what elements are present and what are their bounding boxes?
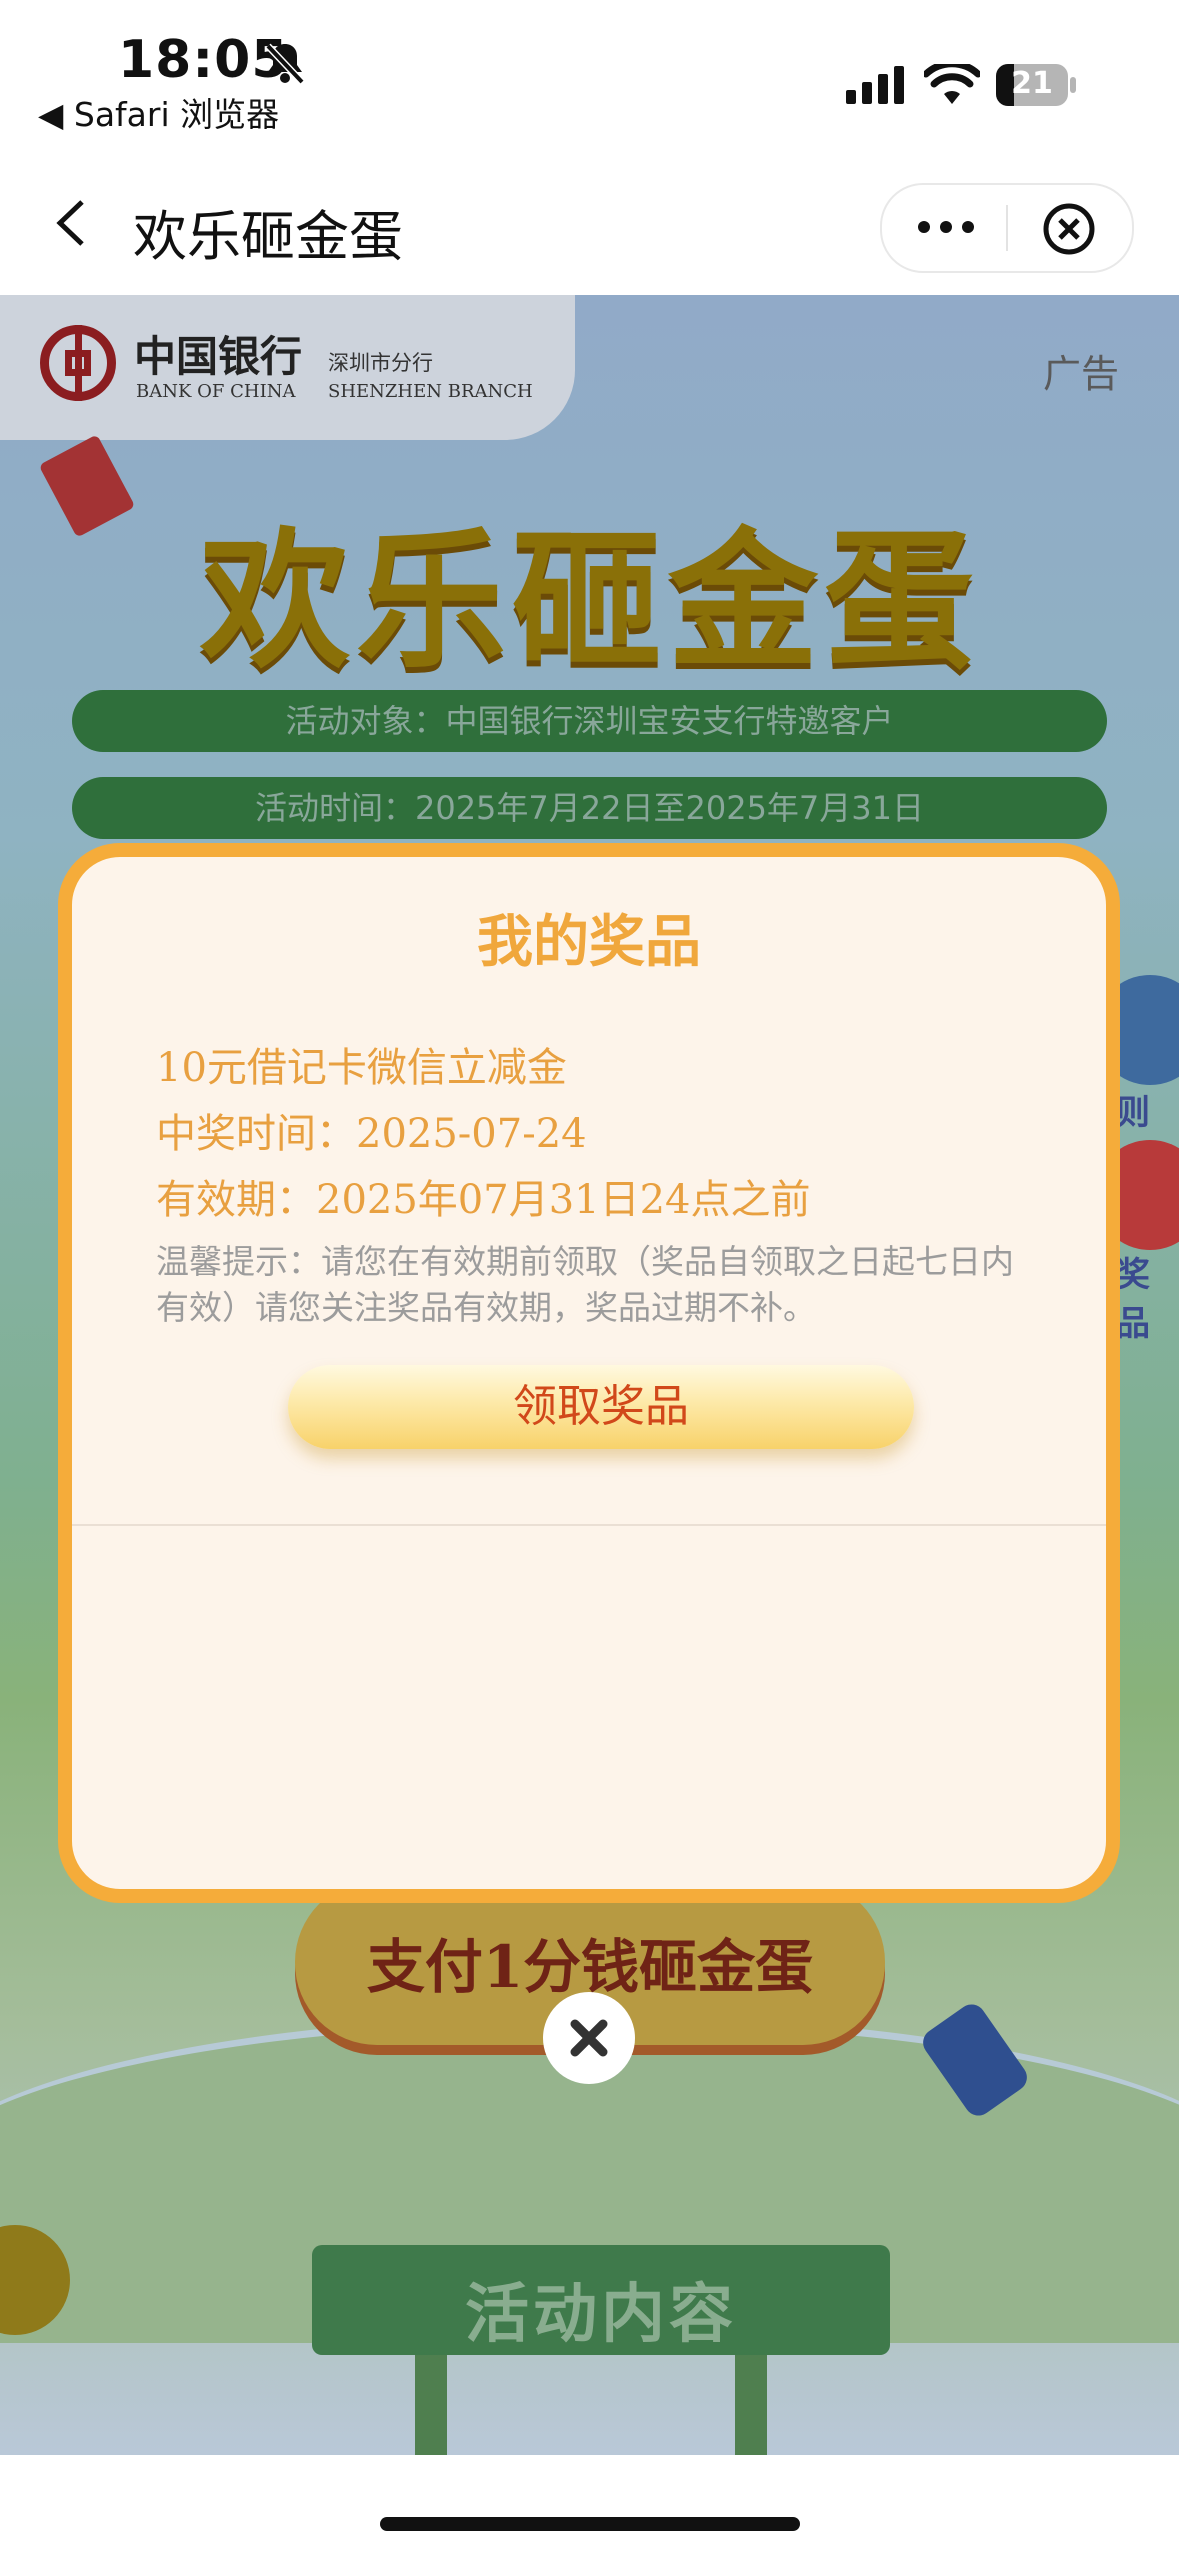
- activity-target-pill: 活动对象：中国银行深圳宝安支行特邀客户: [72, 690, 1107, 752]
- prize-label[interactable]: 奖品: [1116, 1247, 1179, 1345]
- dialog-divider: [72, 1524, 1106, 1526]
- branch-name-en: SHENZHEN BRANCH: [328, 381, 533, 402]
- mute-bell-icon: [265, 43, 305, 85]
- home-indicator[interactable]: [380, 2517, 800, 2531]
- my-prize-dialog: 我的奖品 10元借记卡微信立减金 中奖时间：2025-07-24 有效期：202…: [58, 843, 1120, 1903]
- bank-name-en: BANK OF CHINA: [136, 381, 296, 402]
- capsule-divider: [1006, 205, 1008, 251]
- claim-prize-button[interactable]: 领取奖品: [288, 1365, 914, 1449]
- mini-program-capsule: [880, 183, 1134, 273]
- battery-icon: 21: [996, 64, 1076, 106]
- close-x-icon: [570, 2019, 608, 2057]
- bank-logo-card: 中国银行 BANK OF CHINA 深圳市分行 SHENZHEN BRANCH: [0, 295, 575, 440]
- valid-until: 有效期：2025年07月31日24点之前: [156, 1177, 811, 1223]
- battery-level: 21: [1011, 66, 1053, 101]
- reminder-tip: 温馨提示：请您在有效期前领取（奖品自领取之日起七日内有效）请您关注奖品有效期，奖…: [156, 1242, 1014, 1327]
- activity-content-heading: 活动内容: [312, 2245, 890, 2355]
- sign-post: [415, 2355, 447, 2455]
- red-envelope-decoration: [38, 434, 136, 538]
- sign-post: [735, 2355, 767, 2455]
- bottom-safe-area: [0, 2455, 1179, 2556]
- close-page-icon[interactable]: [1042, 202, 1096, 256]
- wifi-icon: [924, 64, 980, 104]
- dialog-title: 我的奖品: [477, 910, 701, 975]
- back-to-safari-link[interactable]: ◀ Safari 浏览器: [38, 88, 279, 136]
- bank-of-china-logo-icon: [40, 325, 116, 401]
- cellular-signal-icon: [846, 66, 904, 104]
- branch-name-cn: 深圳市分行: [328, 351, 433, 375]
- rules-label[interactable]: 则: [1116, 1085, 1150, 1134]
- hero-title: 欢乐砸金蛋: [200, 515, 981, 689]
- prize-name: 10元借记卡微信立减金: [156, 1045, 567, 1091]
- more-options-icon[interactable]: [916, 215, 976, 239]
- status-bar: 18:05 ◀ Safari 浏览器 21: [0, 0, 1179, 150]
- page-title: 欢乐砸金蛋: [133, 205, 403, 268]
- activity-time-pill: 活动时间：2025年7月22日至2025年7月31日: [72, 777, 1107, 839]
- win-time: 中奖时间：2025-07-24: [156, 1111, 587, 1157]
- navigation-bar: 欢乐砸金蛋: [0, 150, 1179, 296]
- back-chevron-icon[interactable]: [50, 198, 96, 248]
- bank-name-cn: 中国银行: [134, 332, 303, 381]
- activity-content-label: 活动内容: [465, 2278, 737, 2352]
- dialog-close-button[interactable]: [543, 1992, 635, 2084]
- ad-label: 广告: [1043, 352, 1120, 396]
